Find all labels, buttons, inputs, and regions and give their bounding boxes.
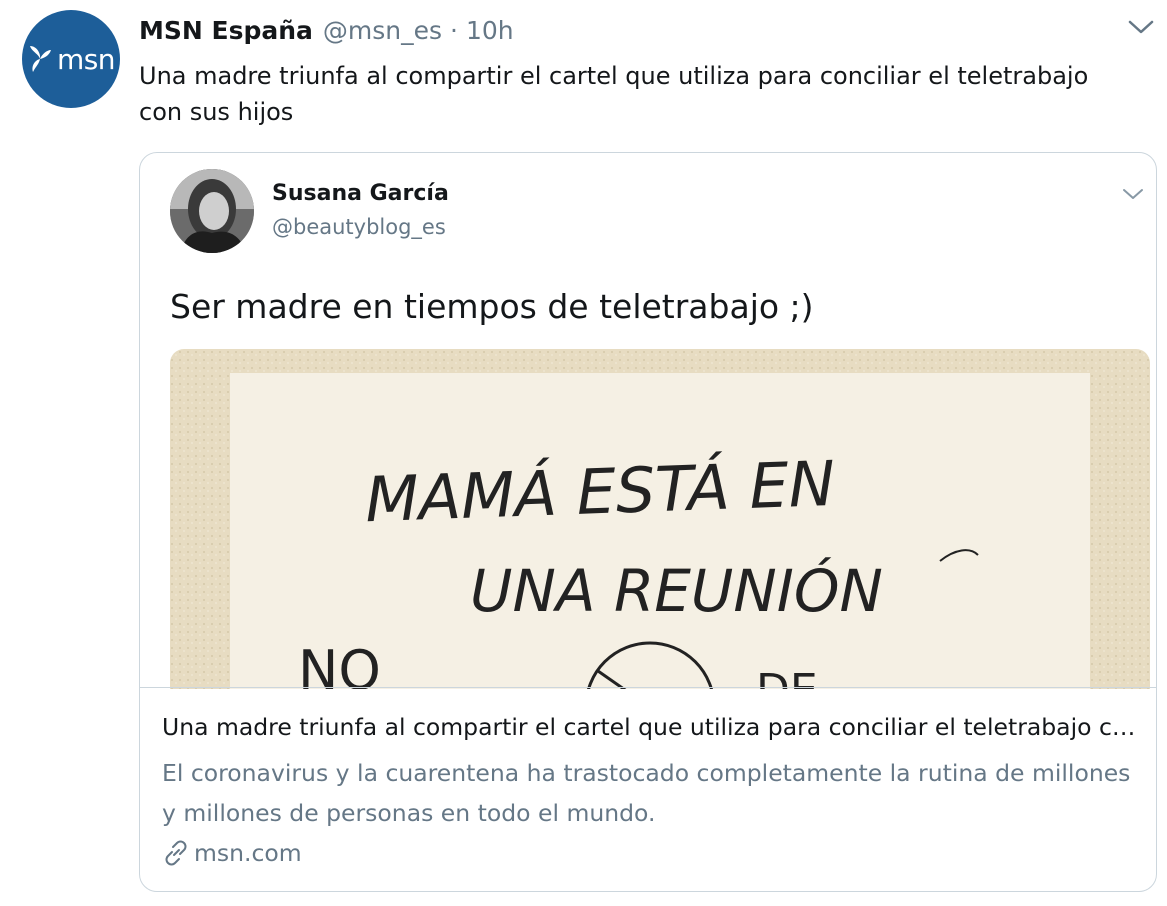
card-divider xyxy=(140,687,1156,688)
embedded-author-name[interactable]: Susana García xyxy=(272,181,449,206)
author-name[interactable]: MSN España xyxy=(139,16,313,45)
timestamp[interactable]: 10h xyxy=(466,16,514,45)
separator-dot: · xyxy=(450,16,458,45)
card-link[interactable]: msn.com xyxy=(162,839,302,867)
embedded-tweet-text: Ser madre en tiempos de teletrabajo ;) xyxy=(170,287,814,326)
card-domain: msn.com xyxy=(194,839,302,867)
card-image[interactable]: MAMÁ ESTÁ EN UNA REUNIÓN NO DE xyxy=(170,349,1150,689)
chevron-down-icon[interactable] xyxy=(1126,16,1156,38)
author-handle[interactable]: @msn_es xyxy=(323,16,442,45)
avatar[interactable]: msn xyxy=(22,10,120,108)
link-icon xyxy=(165,840,187,866)
sign-text-de: DE xyxy=(756,665,818,689)
embedded-avatar[interactable] xyxy=(170,169,254,253)
card-description: El coronavirus y la cuarentena ha trasto… xyxy=(162,759,1131,827)
embedded-avatar-image xyxy=(170,169,254,253)
chevron-down-icon[interactable] xyxy=(1122,187,1144,201)
sign-text-no: NO xyxy=(298,639,381,689)
butterfly-icon xyxy=(29,46,51,72)
card-title[interactable]: Una madre triunfa al compartir el cartel… xyxy=(162,713,1137,741)
avatar-logo-text: msn xyxy=(56,42,116,76)
tweet-header: MSN España @msn_es · 10h xyxy=(139,16,514,45)
sign-text-line2: UNA REUNIÓN xyxy=(470,556,883,625)
link-card[interactable]: Susana García @beautyblog_es Ser madre e… xyxy=(139,152,1157,892)
embedded-author-handle[interactable]: @beautyblog_es xyxy=(272,215,446,239)
tweet-text: Una madre triunfa al compartir el cartel… xyxy=(139,62,1089,126)
handwritten-sign-image: MAMÁ ESTÁ EN UNA REUNIÓN NO DE xyxy=(170,349,1150,689)
